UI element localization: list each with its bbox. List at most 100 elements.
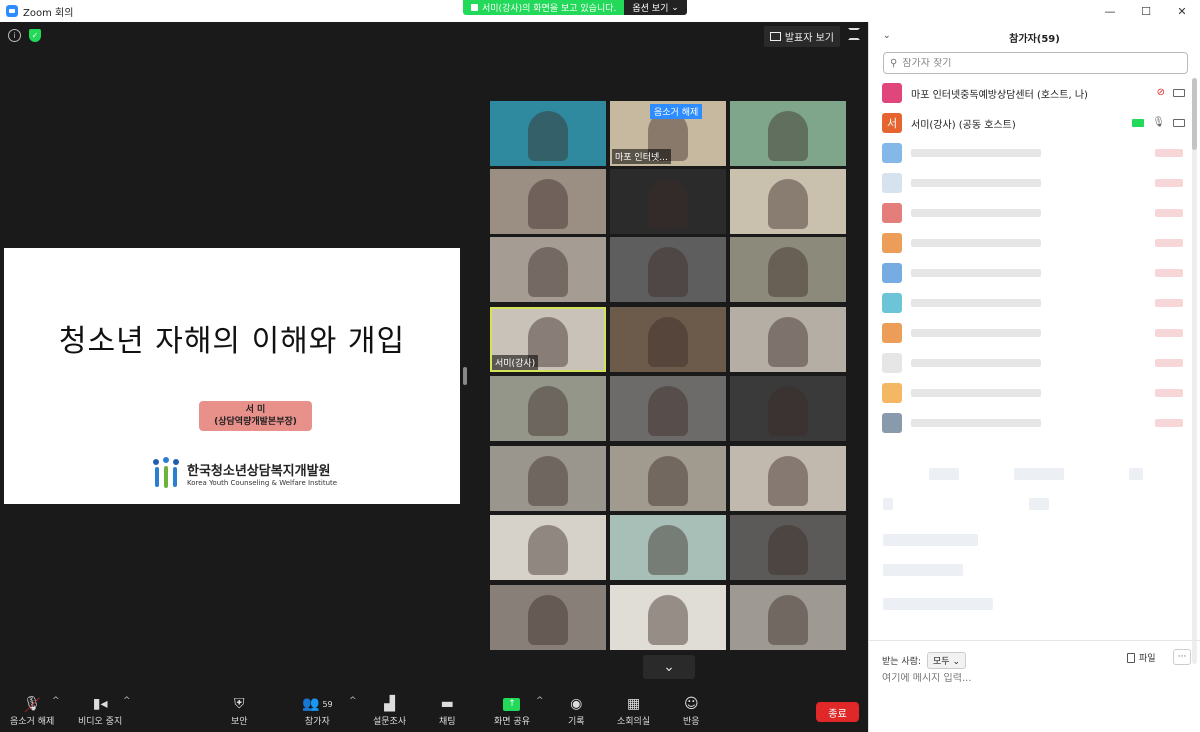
search-icon: ⚲ bbox=[890, 57, 898, 69]
video-tile[interactable] bbox=[730, 376, 846, 441]
tile-name-label: 마포 인터넷... bbox=[612, 149, 671, 164]
video-tile[interactable] bbox=[490, 585, 606, 650]
share-message: 서미(강사)의 화면을 보고 있습니다. bbox=[463, 0, 625, 15]
unmute-button[interactable]: 🎙 ／ 음소거 해제 bbox=[10, 694, 54, 727]
video-tile[interactable] bbox=[730, 307, 846, 372]
fullscreen-icon[interactable] bbox=[848, 28, 860, 40]
video-tile[interactable] bbox=[730, 169, 846, 234]
share-screen-icon: ↑ bbox=[503, 694, 521, 714]
participant-video bbox=[768, 386, 808, 436]
video-tile[interactable] bbox=[730, 101, 846, 166]
recipient-value: 모두 bbox=[933, 657, 950, 667]
video-tile[interactable] bbox=[610, 307, 726, 372]
video-tile[interactable] bbox=[730, 515, 846, 580]
reactions-button[interactable]: ☺ 반응 bbox=[683, 694, 700, 727]
stop-video-button[interactable]: ▮◂ 비디오 중지 bbox=[78, 694, 122, 727]
redacted-block bbox=[929, 468, 959, 480]
end-meeting-button[interactable]: 종료 bbox=[816, 702, 859, 722]
gallery-next-page-button[interactable]: ⌄ bbox=[643, 655, 695, 679]
audio-options-caret[interactable]: ^ bbox=[52, 696, 60, 706]
video-tile[interactable] bbox=[490, 169, 606, 234]
org-english-name: Korea Youth Counseling & Welfare Institu… bbox=[187, 478, 338, 487]
speaker-view-button[interactable]: 발표자 보기 bbox=[763, 26, 840, 47]
view-options-button[interactable]: 옵션 보기 ⌄ bbox=[624, 0, 687, 15]
participant-row-redacted[interactable] bbox=[869, 348, 1189, 378]
avatar bbox=[882, 233, 902, 253]
participant-row-redacted[interactable] bbox=[869, 258, 1189, 288]
recipient-select[interactable]: 모두 ⌄ bbox=[927, 652, 966, 669]
participants-panel: ⌄ 참가자(59) ⚲ 마포 인터넷중독예방상담센터 (호스트, 나) ⊘ 서 서미(… bbox=[868, 22, 1200, 732]
participant-row-redacted[interactable] bbox=[869, 378, 1189, 408]
video-tile[interactable] bbox=[730, 585, 846, 650]
participants-options-caret[interactable]: ^ bbox=[349, 696, 357, 706]
participant-video bbox=[648, 386, 688, 436]
chat-label: 채팅 bbox=[439, 717, 456, 727]
participant-row-redacted[interactable] bbox=[869, 228, 1189, 258]
avatar bbox=[882, 263, 902, 283]
participant-row[interactable]: 서 서미(강사) (공동 호스트) 🎙 bbox=[869, 108, 1189, 138]
participant-video bbox=[768, 317, 808, 367]
split-divider-handle[interactable] bbox=[463, 367, 467, 385]
file-icon bbox=[1127, 652, 1135, 663]
close-button[interactable]: ✕ bbox=[1164, 0, 1200, 22]
participant-name: 서미(강사) (공동 호스트) bbox=[911, 119, 1016, 131]
video-tile[interactable] bbox=[610, 446, 726, 511]
video-options-caret[interactable]: ^ bbox=[123, 696, 131, 706]
presenter-role: (상담역량개발본부장) bbox=[214, 417, 297, 427]
video-tile[interactable] bbox=[730, 446, 846, 511]
video-tile[interactable] bbox=[730, 237, 846, 302]
bar-chart-icon: ▟ bbox=[384, 696, 395, 712]
share-banner: 서미(강사)의 화면을 보고 있습니다. 옵션 보기 ⌄ bbox=[463, 0, 687, 15]
video-camera-icon bbox=[1173, 88, 1185, 97]
video-tile[interactable] bbox=[490, 101, 606, 166]
record-button[interactable]: ◉ 기록 bbox=[568, 694, 585, 727]
participant-status-icons: 🎙 bbox=[1132, 117, 1185, 128]
video-tile[interactable] bbox=[610, 237, 726, 302]
encryption-shield-icon[interactable]: ✓ bbox=[29, 29, 41, 42]
redacted-status-icons bbox=[1155, 239, 1183, 247]
participant-video bbox=[528, 247, 568, 297]
org-text: 한국청소년상담복지개발원 Korea Youth Counseling & We… bbox=[187, 460, 337, 487]
participant-row-redacted[interactable] bbox=[869, 288, 1189, 318]
participants-button[interactable]: 👥 59 참가자 bbox=[302, 694, 333, 727]
redacted-status-icons bbox=[1155, 299, 1183, 307]
video-tile[interactable]: 서미(강사) bbox=[490, 307, 606, 372]
participant-row-redacted[interactable] bbox=[869, 408, 1189, 438]
video-tile[interactable] bbox=[610, 169, 726, 234]
participant-row-redacted[interactable] bbox=[869, 198, 1189, 228]
security-button[interactable]: ⛨ 보안 bbox=[231, 694, 248, 727]
chat-message-input[interactable] bbox=[882, 673, 1182, 684]
maximize-button[interactable]: ☐ bbox=[1128, 0, 1164, 22]
breakout-rooms-button[interactable]: ▦ 소회의실 bbox=[617, 694, 650, 727]
participant-row-redacted[interactable] bbox=[869, 138, 1189, 168]
video-tile[interactable] bbox=[490, 237, 606, 302]
share-screen-label: 화면 공유 bbox=[494, 717, 530, 727]
reactions-label: 반응 bbox=[683, 717, 700, 727]
video-tile[interactable] bbox=[490, 515, 606, 580]
video-tile[interactable] bbox=[610, 376, 726, 441]
redacted-name bbox=[911, 419, 1041, 427]
chat-button[interactable]: ▬ 채팅 bbox=[439, 694, 456, 727]
participant-row-redacted[interactable] bbox=[869, 318, 1189, 348]
file-button[interactable]: 파일 bbox=[1127, 651, 1156, 664]
share-options-caret[interactable]: ^ bbox=[536, 696, 544, 706]
participant-video bbox=[648, 247, 688, 297]
info-icon[interactable]: i bbox=[8, 29, 21, 42]
participant-video bbox=[528, 386, 568, 436]
video-tile[interactable] bbox=[490, 376, 606, 441]
video-tile[interactable] bbox=[610, 515, 726, 580]
share-screen-button[interactable]: ↑ 화면 공유 bbox=[494, 694, 530, 727]
participant-row[interactable]: 마포 인터넷중독예방상담센터 (호스트, 나) ⊘ bbox=[869, 78, 1189, 108]
video-tile[interactable] bbox=[610, 585, 726, 650]
redacted-block bbox=[1014, 468, 1064, 480]
collapse-chevron-icon[interactable]: ⌄ bbox=[883, 31, 891, 41]
participant-row-redacted[interactable] bbox=[869, 168, 1189, 198]
video-tile[interactable]: 음소거 해제마포 인터넷... bbox=[610, 101, 726, 166]
chat-more-button[interactable]: ··· bbox=[1173, 649, 1191, 665]
poll-button[interactable]: ▟ 설문조사 bbox=[373, 694, 406, 727]
participant-search-input[interactable] bbox=[902, 57, 1153, 69]
video-tile[interactable] bbox=[490, 446, 606, 511]
minimize-button[interactable]: — bbox=[1092, 0, 1128, 22]
tile-unmute-overlay[interactable]: 음소거 해제 bbox=[650, 104, 703, 119]
participant-list-scrollbar[interactable] bbox=[1192, 78, 1197, 664]
